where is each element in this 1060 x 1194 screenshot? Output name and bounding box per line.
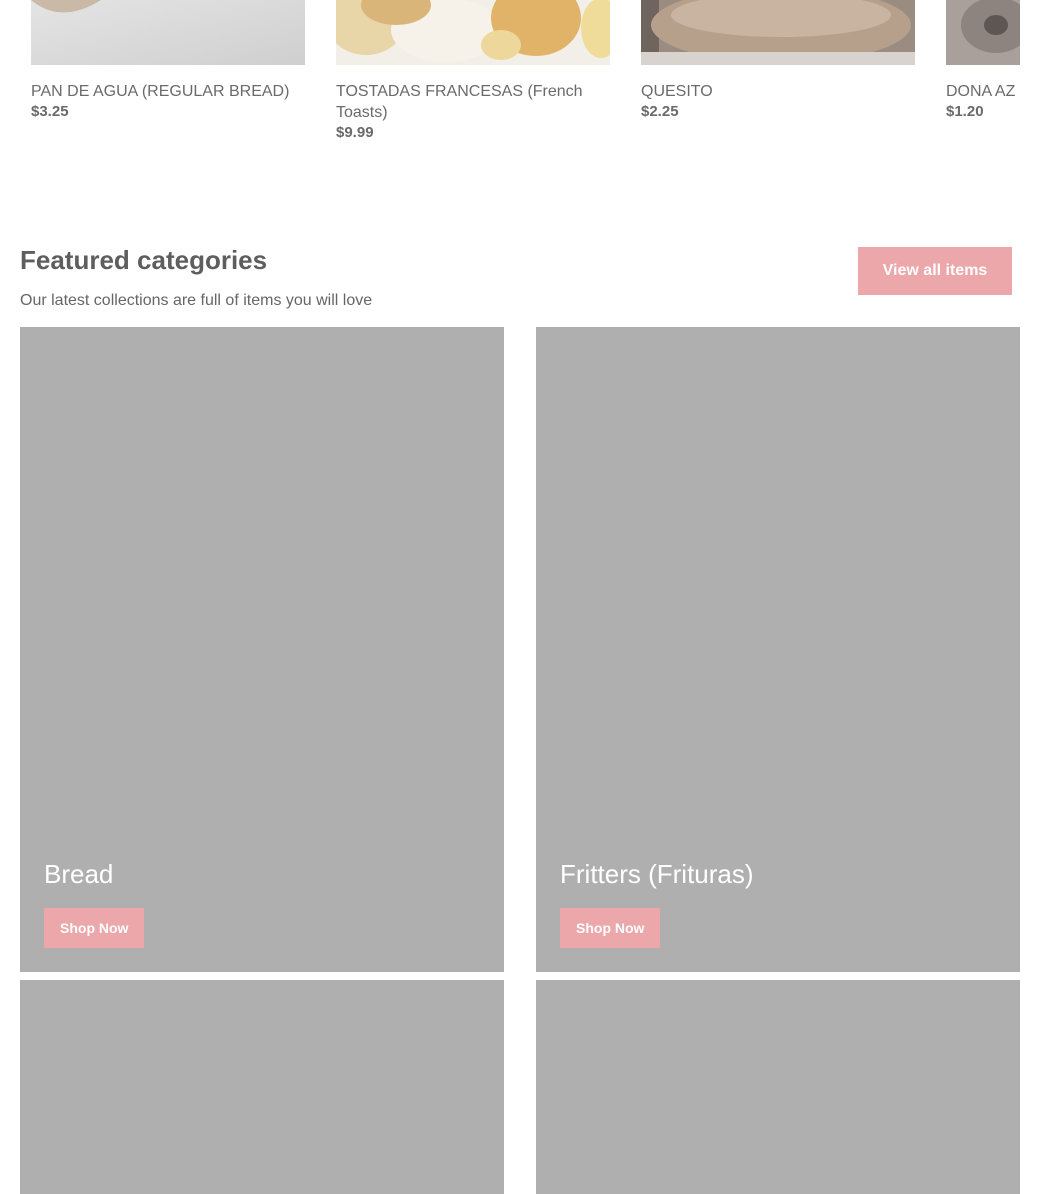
product-name[interactable]: PAN DE AGUA (REGULAR BREAD) <box>31 81 305 102</box>
product-card[interactable]: PAN DE AGUA (REGULAR BREAD) $3.25 <box>31 0 305 122</box>
product-card[interactable]: QUESITO $2.25 <box>641 0 915 122</box>
category-name: Bread <box>44 859 114 889</box>
product-card[interactable]: DONA AZ $1.20 <box>946 0 1020 122</box>
category-tile-fritters[interactable]: Fritters (Frituras) Shop Now <box>536 327 1020 972</box>
shop-now-button[interactable]: Shop Now <box>560 908 661 948</box>
shop-now-button[interactable]: Shop Now <box>44 908 145 948</box>
featured-categories-title: Featured categories <box>20 245 268 275</box>
product-image[interactable] <box>641 0 915 65</box>
product-image[interactable] <box>336 0 610 65</box>
product-card[interactable]: TOSTADAS FRANCESAS (French Toasts) $9.99 <box>336 0 610 143</box>
category-tile[interactable] <box>536 980 1020 1194</box>
product-image[interactable] <box>946 0 1020 65</box>
page: PAN DE AGUA (REGULAR BREAD) $3.25 TOSTAD… <box>0 0 1060 1194</box>
category-name: Fritters (Frituras) <box>560 859 754 889</box>
product-name[interactable]: DONA AZ <box>946 81 1020 102</box>
featured-categories-subtitle: Our latest collections are full of items… <box>20 292 373 309</box>
category-tile[interactable] <box>20 980 504 1194</box>
product-price: $1.20 <box>946 103 984 120</box>
product-image[interactable] <box>31 0 305 65</box>
product-price: $3.25 <box>31 103 69 120</box>
view-all-items-button[interactable]: View all items <box>858 247 1012 295</box>
product-name[interactable]: QUESITO <box>641 81 915 102</box>
product-price: $2.25 <box>641 103 679 120</box>
product-carousel: PAN DE AGUA (REGULAR BREAD) $3.25 TOSTAD… <box>0 0 1020 170</box>
category-tile-bread[interactable]: Bread Shop Now <box>20 327 504 972</box>
product-price: $9.99 <box>336 124 374 141</box>
product-name[interactable]: TOSTADAS FRANCESAS (French Toasts) <box>336 81 610 123</box>
